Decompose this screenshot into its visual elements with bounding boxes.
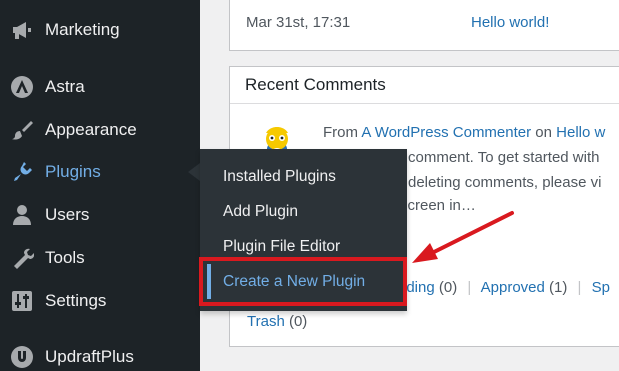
admin-sidebar: Marketing Astra Appearance Plugins Users… bbox=[0, 0, 200, 371]
annotation-arrow bbox=[412, 211, 514, 263]
post-link[interactable]: Hello world! bbox=[471, 14, 549, 31]
sidebar-item-label: Users bbox=[45, 205, 90, 224]
sidebar-item-tools[interactable]: Tools bbox=[0, 238, 200, 278]
flyout-pointer bbox=[188, 163, 200, 181]
post-date: Mar 31st, 17:31 bbox=[246, 14, 351, 31]
sidebar-item-appearance[interactable]: Appearance bbox=[0, 110, 200, 150]
comment-meta-line: From A WordPress Commenter on Hello w bbox=[323, 124, 605, 141]
sidebar-item-updraftplus[interactable]: UpdraftPlus bbox=[0, 337, 200, 371]
comment-status-links-row2: Trash (0) bbox=[247, 313, 307, 330]
sidebar-item-plugins[interactable]: Plugins bbox=[0, 152, 200, 192]
from-label: From bbox=[323, 124, 358, 141]
sidebar-item-label: Plugins bbox=[45, 162, 101, 181]
approved-count: (1) bbox=[549, 279, 568, 296]
sidebar-item-label: Settings bbox=[45, 291, 107, 310]
comment-excerpt-line-2: comment. To get started with bbox=[408, 149, 600, 166]
separator: | bbox=[577, 279, 582, 296]
megaphone-icon bbox=[10, 18, 34, 42]
activity-panel: Mar 31st, 17:31 Hello world! bbox=[229, 0, 619, 51]
settings-sliders-icon bbox=[10, 289, 34, 313]
pending-count: (0) bbox=[438, 279, 458, 296]
sidebar-item-label: Marketing bbox=[45, 20, 120, 39]
user-icon bbox=[10, 203, 34, 227]
sidebar-item-label: Tools bbox=[45, 248, 85, 267]
sidebar-item-astra[interactable]: Astra bbox=[0, 67, 200, 107]
spam-link[interactable]: Sp bbox=[592, 279, 610, 296]
sidebar-item-label: UpdraftPlus bbox=[45, 347, 134, 366]
comment-author-link[interactable]: A WordPress Commenter bbox=[361, 124, 531, 141]
astra-logo-icon bbox=[10, 75, 34, 99]
sidebar-item-label: Astra bbox=[45, 77, 85, 96]
sidebar-item-users[interactable]: Users bbox=[0, 195, 200, 235]
sidebar-item-settings[interactable]: Settings bbox=[0, 281, 200, 321]
highlight-box bbox=[199, 257, 407, 306]
separator: | bbox=[467, 279, 472, 296]
submenu-plugin-file-editor[interactable]: Plugin File Editor bbox=[223, 238, 340, 256]
trash-link[interactable]: Trash bbox=[247, 313, 285, 330]
updraftplus-icon bbox=[10, 345, 34, 369]
comment-excerpt-line-3: deleting comments, please vi bbox=[408, 174, 602, 191]
comment-post-link[interactable]: Hello w bbox=[556, 124, 605, 141]
submenu-installed-plugins[interactable]: Installed Plugins bbox=[223, 168, 336, 186]
approved-link[interactable]: Approved bbox=[481, 279, 545, 296]
recent-comments-title: Recent Comments bbox=[245, 75, 386, 94]
paintbrush-icon bbox=[10, 118, 34, 142]
sidebar-item-label: Appearance bbox=[45, 120, 137, 139]
divider bbox=[230, 103, 619, 104]
on-label: on bbox=[535, 124, 552, 141]
wrench-icon bbox=[10, 246, 34, 270]
sidebar-item-marketing[interactable]: Marketing bbox=[0, 10, 200, 50]
trash-count: (0) bbox=[288, 313, 308, 330]
plugin-icon bbox=[10, 160, 34, 184]
submenu-add-plugin[interactable]: Add Plugin bbox=[223, 203, 298, 221]
comment-status-links: nding (0) | Approved (1) | Sp bbox=[398, 279, 610, 296]
